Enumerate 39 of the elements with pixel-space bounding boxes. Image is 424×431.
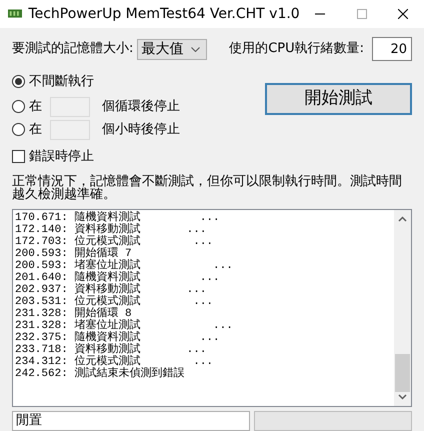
log-line: 200.593: 堵塞位址測試 ... [15, 260, 234, 272]
log-line: 170.671: 隨機資料測試 ... [15, 212, 221, 224]
radio-button[interactable] [12, 75, 25, 88]
log-line: 232.375: 隨機資料測試 ... [15, 332, 221, 344]
log-line: 172.703: 位元模式測試 ... [15, 236, 214, 248]
log-line: 202.937: 資料移動測試 ... [15, 284, 208, 296]
status-text: 閒置 [12, 410, 250, 430]
app-icon [8, 8, 22, 20]
scroll-up-icon[interactable] [398, 216, 407, 222]
scroll-thumb[interactable] [395, 354, 410, 392]
log-line: 200.593: 開始循環 7 [15, 248, 132, 260]
log-line: 201.640: 隨機資料測試 ... [15, 272, 221, 284]
start-test-button[interactable]: 開始測試 [265, 82, 412, 114]
log-line: 203.531: 位元模式測試 ... [15, 296, 214, 308]
close-icon[interactable] [398, 9, 408, 19]
unit-label: 個小時後停止 [102, 120, 180, 139]
unit-label: 個循環後停止 [102, 98, 180, 116]
checkbox-label: 錯誤時停止 [29, 148, 94, 166]
description-text: 正常情況下，記憶體會不斷測試，但你可以限制執行時間。測試時間越久檢測越準確。 [12, 174, 403, 200]
checkbox[interactable] [12, 150, 25, 164]
radio-button[interactable] [12, 123, 25, 136]
memory-size-dropdown[interactable]: 最大值 [137, 38, 208, 60]
log-line: 233.718: 資料移動測試 ... [15, 344, 208, 356]
thread-count-field[interactable]: 20 [372, 37, 412, 61]
window-title: TechPowerUp MemTest64 Ver.CHT v1.0 [28, 4, 300, 24]
scrollbar[interactable] [394, 210, 411, 406]
radio-label: 在 [29, 98, 42, 116]
log-line: 234.312: 位元模式測試 ... [15, 356, 214, 368]
caret-icon [191, 46, 200, 52]
log-line: 172.140: 資料移動測試 ... [15, 224, 208, 236]
radio-label: 在 [29, 120, 42, 139]
log-line: 231.328: 堵塞位址測試 ... [15, 320, 234, 332]
memory-size-label: 要測試的記憶體大小: [12, 40, 134, 58]
radio-button[interactable] [12, 100, 25, 113]
log-line: 242.562: 測試結束未偵測到錯誤 [15, 368, 392, 380]
scroll-down-icon[interactable] [398, 394, 407, 400]
radio-label: 不間斷執行 [29, 72, 94, 91]
log-line: 231.328: 開始循環 8 [15, 308, 132, 320]
thread-count-label: 使用的CPU執行緒數量: [229, 40, 364, 58]
